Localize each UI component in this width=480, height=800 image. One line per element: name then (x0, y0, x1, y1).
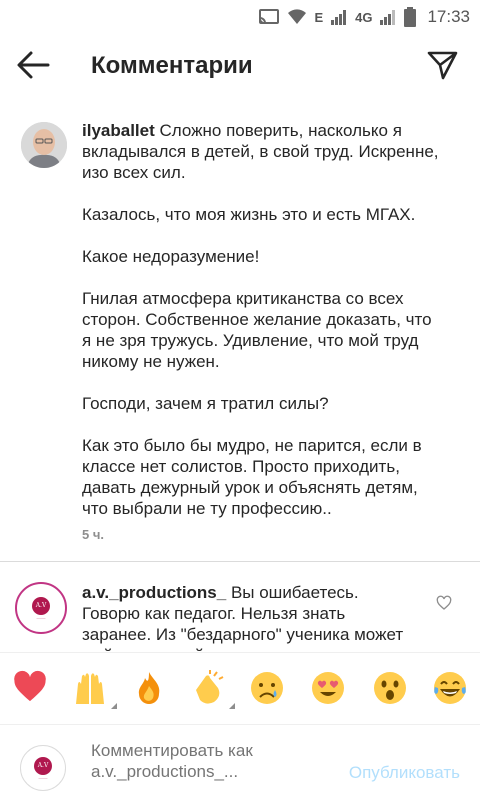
emoji-quick-reactions (0, 652, 480, 724)
clapping-hands-icon[interactable] (190, 670, 235, 709)
caption-paragraph: Казалось, что моя жизнь это и есть МГАХ. (82, 205, 416, 224)
fire-icon[interactable] (131, 670, 167, 706)
avatar-logo-mark: A.V (32, 596, 50, 615)
page-title: Комментарии (91, 52, 253, 79)
network-type-e: E (314, 9, 324, 25)
avatar: A.V ——— (20, 745, 66, 791)
heart-eyes-face-icon[interactable] (310, 670, 346, 706)
status-time: 17:33 (427, 7, 470, 26)
share-button[interactable] (426, 49, 460, 83)
header: Комментарии (0, 34, 480, 98)
avatar[interactable] (21, 122, 67, 168)
publish-button[interactable]: Опубликовать (349, 763, 460, 783)
arrow-left-icon (17, 51, 50, 79)
raising-hands-icon[interactable] (72, 670, 117, 709)
status-bar: E 4G 17:33 (0, 0, 480, 34)
caption-paragraph: Как это было бы мудро, не парится, если … (82, 436, 422, 518)
variant-indicator (229, 703, 235, 709)
avatar-logo-caption: ——— (36, 615, 46, 620)
caption-paragraph: ilyaballet Сложно поверить, насколько я … (82, 120, 442, 183)
signal-icon (380, 10, 396, 25)
comment-item: A.V ——— a.v._productions_ Вы ошибаетесь.… (0, 562, 480, 652)
caption-paragraph: Гнилая атмосфера критиканства со всех ст… (82, 289, 432, 371)
variant-indicator (111, 703, 117, 709)
heart-outline-icon[interactable] (436, 595, 452, 611)
status-icons: E 4G 17:33 (258, 6, 470, 28)
comment-composer: A.V ——— Опубликовать (0, 724, 480, 800)
avatar-logo: A.V ——— (23, 748, 63, 788)
avatar[interactable]: A.V ——— (15, 582, 67, 634)
comment-text: a.v._productions_ Вы ошибаетесь. Говорю … (82, 582, 412, 652)
comment-input[interactable] (91, 740, 311, 788)
caption-text: ilyaballet Сложно поверить, насколько я … (82, 120, 442, 519)
red-heart-icon[interactable] (13, 670, 49, 706)
username[interactable]: a.v._productions_ (82, 583, 226, 602)
user-photo (21, 122, 67, 168)
avatar-logo-caption: ——— (38, 775, 48, 780)
avatar-logo-mark: A.V (34, 756, 52, 775)
signal-icon (331, 10, 347, 25)
battery-icon (404, 7, 417, 27)
crying-face-icon[interactable] (249, 670, 285, 706)
username[interactable]: ilyaballet (82, 121, 155, 140)
network-type-4g: 4G (355, 9, 373, 25)
wifi-icon (288, 9, 307, 24)
back-button[interactable] (16, 50, 56, 82)
tears-of-joy-face-icon[interactable] (432, 670, 468, 706)
caption-paragraph: Господи, зачем я тратил силы? (82, 394, 329, 413)
caption-paragraph: Какое недоразумение! (82, 247, 260, 266)
timestamp: 5 ч. (82, 527, 105, 542)
cast-icon (259, 9, 280, 24)
paper-plane-icon (427, 51, 458, 80)
avatar-logo: A.V ——— (19, 586, 63, 630)
astonished-face-icon[interactable] (372, 670, 408, 706)
